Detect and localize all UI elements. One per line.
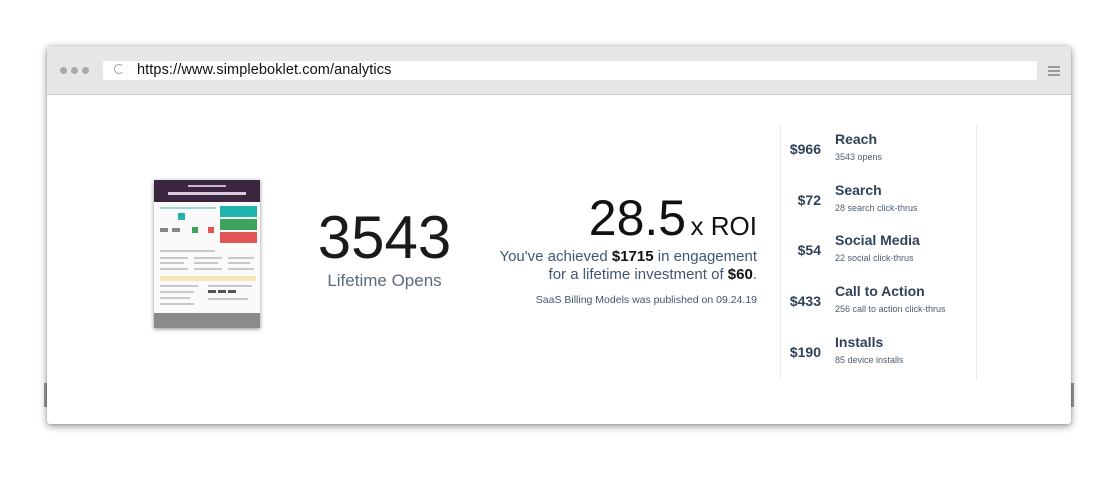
analytics-content: 3543 Lifetime Opens 28.5 x ROI You've ac… xyxy=(47,95,1071,424)
investment-amount: $60 xyxy=(727,266,753,283)
metric-title: Call to Action xyxy=(835,283,925,299)
metric-amount: $72 xyxy=(797,192,821,208)
document-header xyxy=(154,180,260,202)
window-dot-icon[interactable] xyxy=(60,67,67,74)
url-text[interactable]: https://www.simpleboklet.com/analytics xyxy=(137,62,391,78)
metric-amount: $433 xyxy=(789,293,821,309)
lifetime-opens-count: 3543 xyxy=(317,204,452,271)
metric-subtitle: 22 social click-thrus xyxy=(835,253,914,263)
roi-description: You've achieved $1715 in engagement for … xyxy=(497,248,757,284)
hamburger-menu-icon[interactable] xyxy=(1048,66,1060,76)
metric-installs: $190 Installs 85 device installs xyxy=(781,334,976,379)
window-dot-icon[interactable] xyxy=(82,67,89,74)
document-footer xyxy=(154,313,260,328)
lifetime-opens-label: Lifetime Opens xyxy=(327,271,442,290)
metric-subtitle: 256 call to action click-thrus xyxy=(835,304,946,314)
reload-icon[interactable] xyxy=(114,64,124,74)
roi-number: 28.5 xyxy=(588,190,687,246)
browser-toolbar: https://www.simpleboklet.com/analytics xyxy=(47,46,1071,95)
roi-text-part: for a lifetime investment of xyxy=(548,266,728,283)
roi-suffix: x ROI xyxy=(690,211,757,241)
metric-subtitle: 3543 opens xyxy=(835,152,883,162)
document-thumbnail[interactable] xyxy=(154,180,260,328)
metric-amount: $966 xyxy=(789,141,821,157)
roi-text-part: You've achieved xyxy=(499,248,612,265)
metric-title: Social Media xyxy=(835,232,920,248)
address-bar[interactable]: https://www.simpleboklet.com/analytics xyxy=(103,61,1037,80)
published-date: SaaS Billing Models was published on 09.… xyxy=(535,294,757,306)
browser-window: https://www.simpleboklet.com/analytics 3… xyxy=(47,46,1071,424)
roi-text-part: . xyxy=(752,266,757,283)
metric-call-to-action: $433 Call to Action 256 call to action c… xyxy=(781,283,976,328)
engagement-amount: $1715 xyxy=(611,248,654,265)
window-dot-icon[interactable] xyxy=(71,67,78,74)
metric-amount: $54 xyxy=(797,242,821,258)
roi-value: 28.5 x ROI xyxy=(589,192,757,244)
metric-subtitle: 85 device installs xyxy=(835,355,904,365)
metric-reach: $966 Reach 3543 opens xyxy=(781,131,976,176)
metric-social-media: $54 Social Media 22 social click-thrus xyxy=(781,232,976,277)
metric-title: Reach xyxy=(835,131,878,147)
metric-subtitle: 28 search click-thrus xyxy=(835,203,918,213)
panel-divider xyxy=(976,125,977,380)
roi-text-part: in engagement xyxy=(653,248,757,265)
metric-amount: $190 xyxy=(789,344,821,360)
window-controls xyxy=(60,67,89,74)
metric-title: Installs xyxy=(835,334,884,350)
metric-title: Search xyxy=(835,182,882,198)
metric-search: $72 Search 28 search click-thrus xyxy=(781,182,976,227)
